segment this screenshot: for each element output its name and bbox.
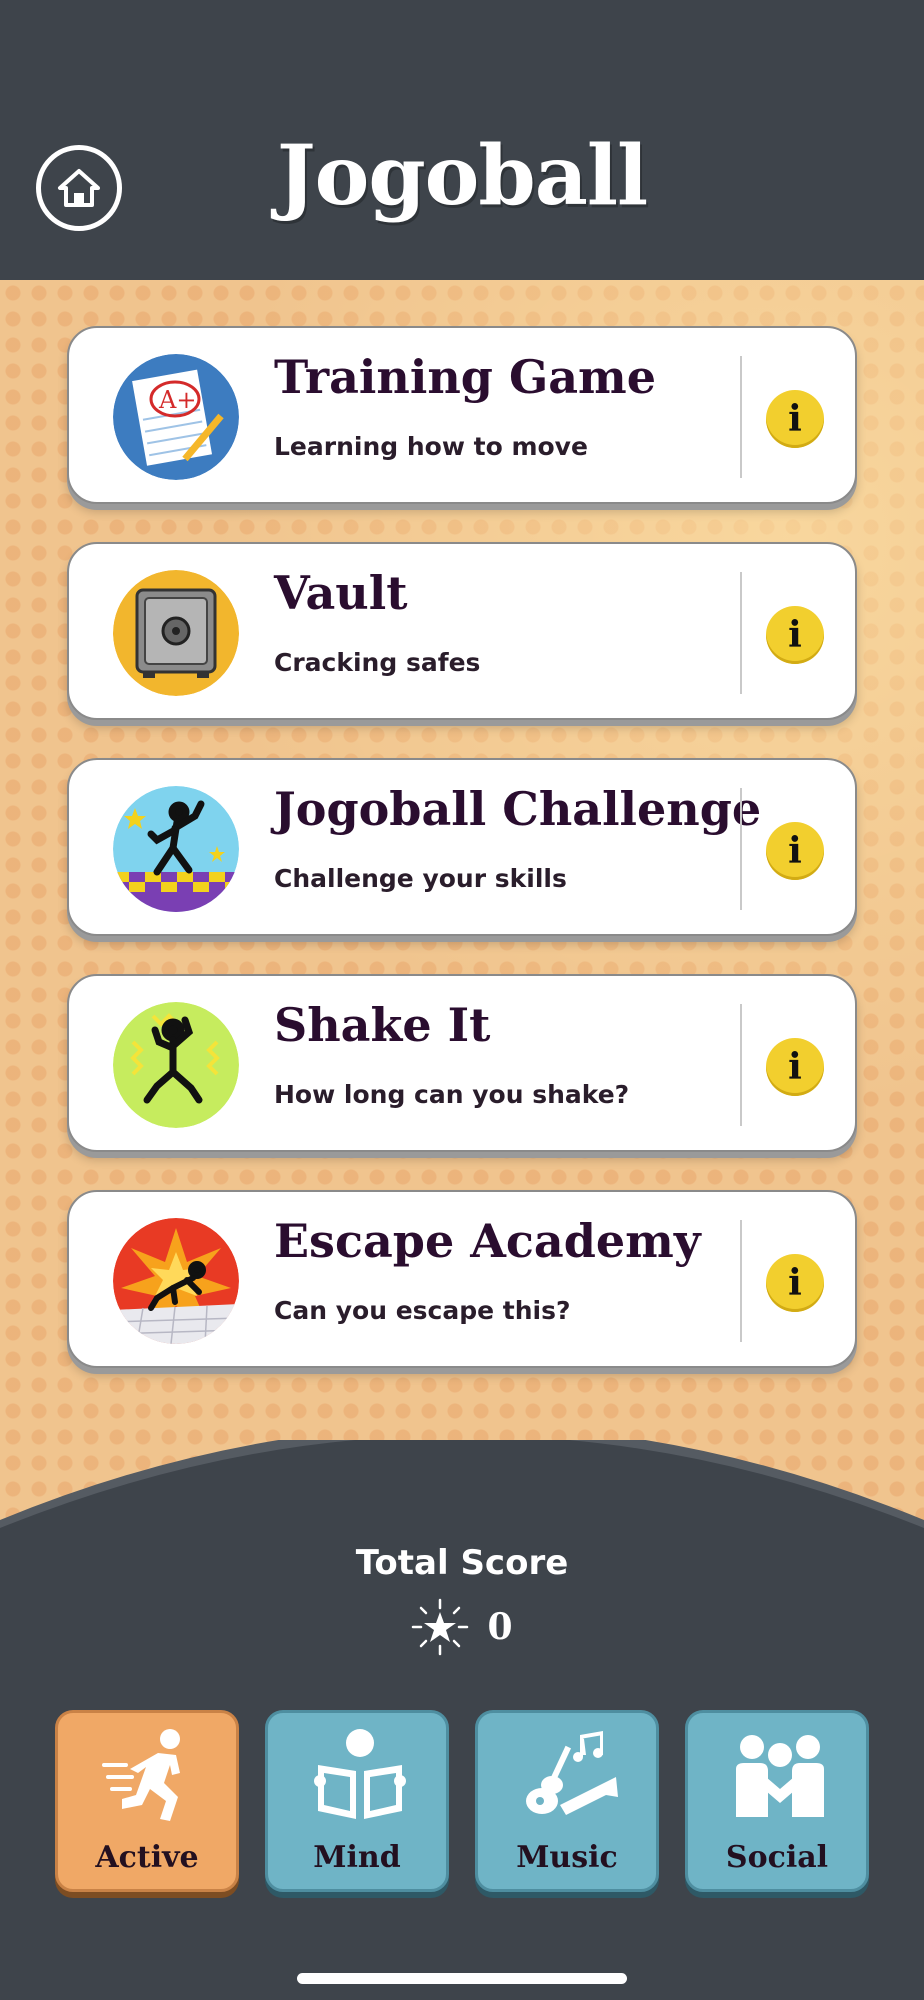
info-button[interactable]: i [766, 822, 824, 880]
group-people-icon [736, 1735, 824, 1817]
escaping-figure-icon [113, 1218, 239, 1344]
game-subtitle: Challenge your skills [274, 864, 567, 893]
total-score-value: 0 [487, 1606, 513, 1648]
svg-text:A+: A+ [158, 386, 196, 414]
game-card-escape[interactable]: Escape Academy Can you escape this? i [67, 1190, 857, 1368]
info-button[interactable]: i [766, 606, 824, 664]
game-title: Jogoball Challenge [274, 782, 762, 836]
tab-active[interactable]: Active [55, 1710, 239, 1892]
header: Jogoball [0, 0, 924, 280]
game-card-shake[interactable]: Shake It How long can you shake? i [67, 974, 857, 1152]
home-indicator[interactable] [297, 1973, 627, 1984]
divider [740, 788, 742, 910]
app-logo: Jogoball [276, 128, 648, 224]
safe-icon [113, 570, 239, 696]
game-card-training[interactable]: A+ Training Game Learning how to move i [67, 326, 857, 504]
game-subtitle: Learning how to move [274, 432, 588, 461]
game-card-vault[interactable]: Vault Cracking safes i [67, 542, 857, 720]
tab-label: Music [516, 1840, 618, 1875]
shaking-figure-icon [113, 1002, 239, 1128]
game-title: Shake It [274, 998, 491, 1052]
grade-paper-icon: A+ [113, 354, 239, 480]
game-subtitle: Can you escape this? [274, 1296, 571, 1325]
game-title: Training Game [274, 350, 656, 404]
tab-label: Social [725, 1840, 829, 1875]
game-list-area: A+ Training Game Learning how to move i … [0, 280, 924, 1560]
game-subtitle: Cracking safes [274, 648, 481, 677]
game-card-challenge[interactable]: Jogoball Challenge Challenge your skills… [67, 758, 857, 936]
tab-mind[interactable]: Mind [265, 1710, 449, 1892]
dancer-icon [113, 786, 239, 912]
game-title: Vault [274, 566, 408, 620]
info-button[interactable]: i [766, 1254, 824, 1312]
divider [740, 356, 742, 478]
info-button[interactable]: i [766, 390, 824, 448]
divider [740, 1004, 742, 1126]
total-score: 0 [0, 1598, 924, 1656]
info-button[interactable]: i [766, 1038, 824, 1096]
tab-label: Mind [313, 1840, 401, 1875]
total-score-label: Total Score [355, 1543, 569, 1583]
tab-music[interactable]: Music [475, 1710, 659, 1892]
divider [740, 572, 742, 694]
game-subtitle: How long can you shake? [274, 1080, 630, 1109]
tab-label: Active [95, 1840, 199, 1875]
tab-social[interactable]: Social [685, 1710, 869, 1892]
star-burst-icon [412, 1598, 469, 1656]
instruments-icon [526, 1731, 618, 1815]
reading-person-icon [314, 1729, 406, 1819]
divider [740, 1220, 742, 1342]
game-title: Escape Academy [274, 1214, 701, 1268]
running-person-icon [102, 1729, 180, 1821]
